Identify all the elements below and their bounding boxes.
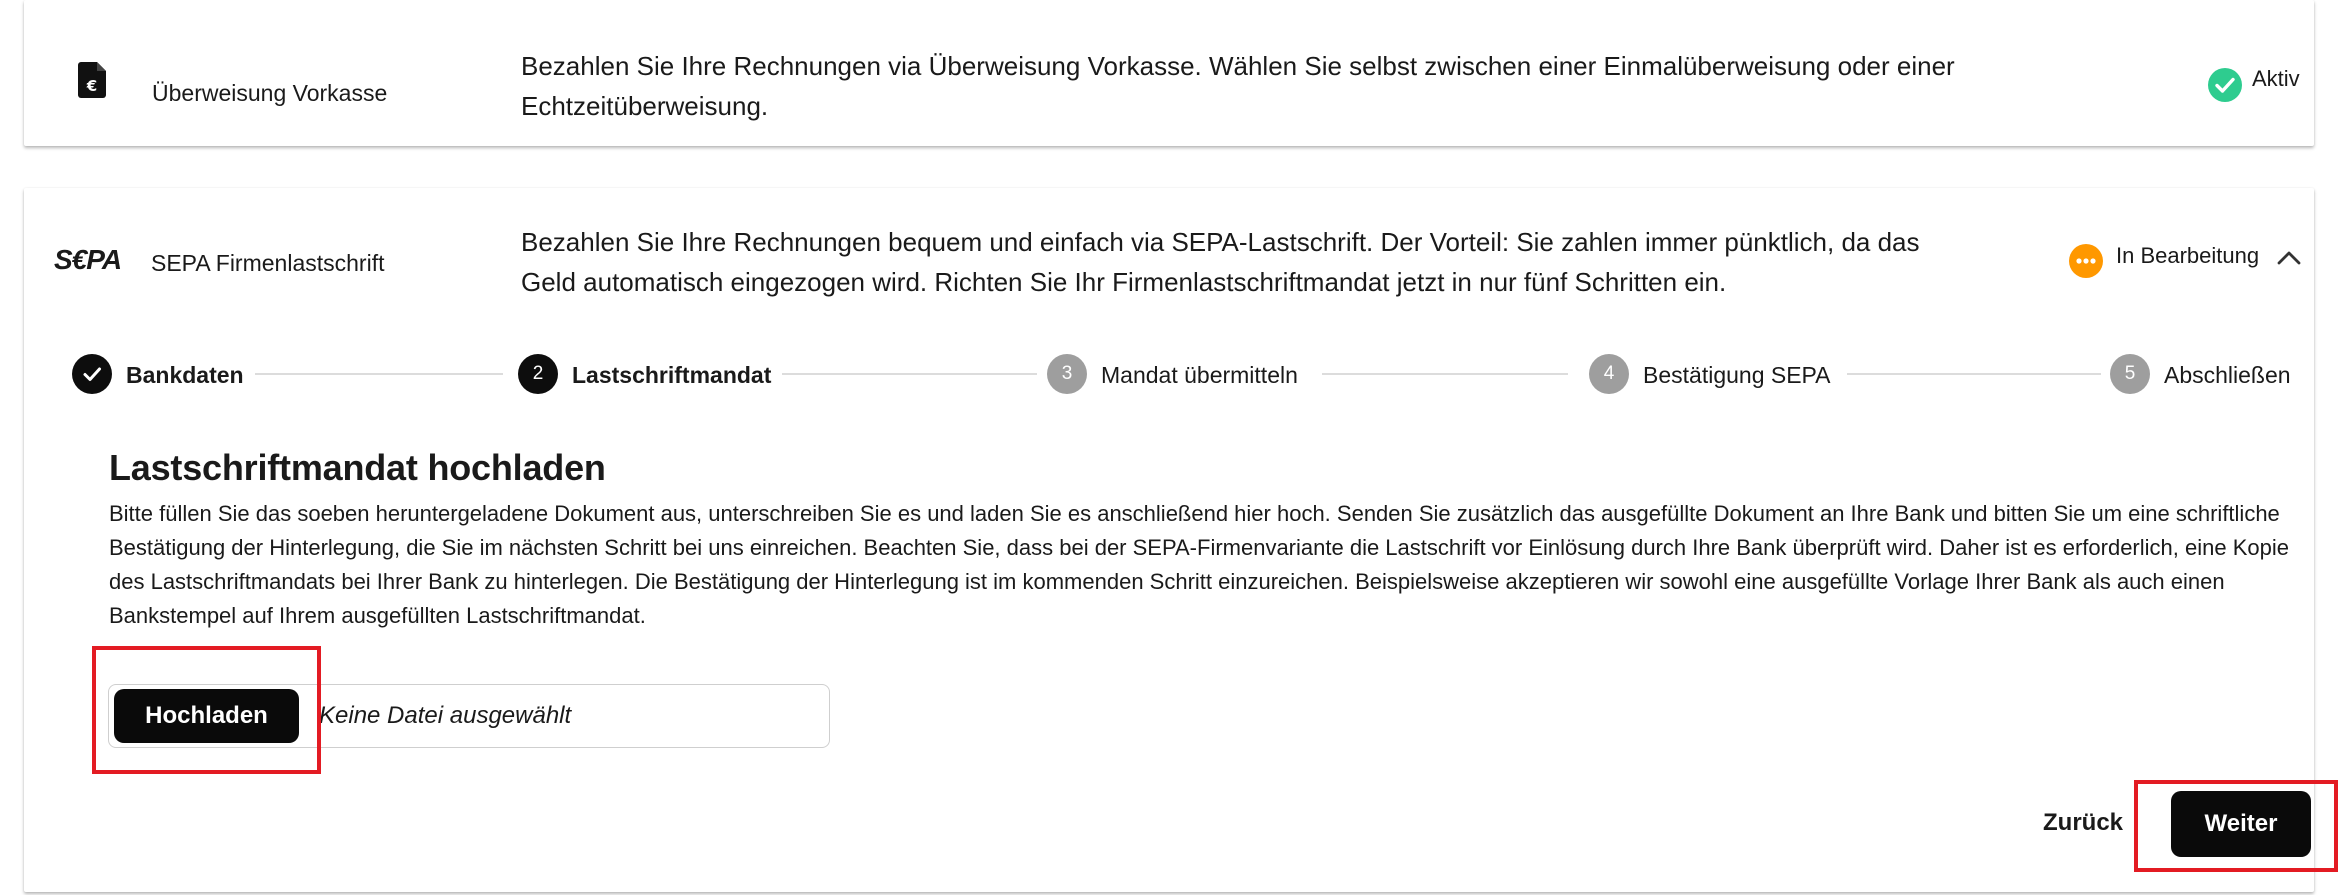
svg-text:€: €	[86, 77, 97, 95]
in-progress-icon	[2069, 244, 2103, 283]
upload-title: Lastschriftmandat hochladen	[109, 447, 606, 488]
chevron-up-icon[interactable]	[2276, 250, 2302, 271]
highlight-box-upload	[92, 646, 321, 774]
highlight-box-next	[2134, 780, 2338, 872]
stepper-connector	[782, 373, 1037, 375]
payment-method-card-vorkasse: € Überweisung Vorkasse Bezahlen Sie Ihre…	[24, 0, 2314, 146]
sepa-logo: S€PA	[54, 244, 122, 275]
step-1-check-icon	[72, 354, 112, 394]
step-3-label: Mandat übermitteln	[1101, 362, 1298, 388]
step-2-number: 2	[518, 354, 558, 394]
euro-document-icon: €	[78, 62, 106, 103]
step-2-label: Lastschriftmandat	[572, 362, 772, 388]
method-description: Bezahlen Sie Ihre Rechnungen via Überwei…	[521, 51, 1955, 121]
stepper-connector	[255, 373, 503, 375]
step-5-label: Abschließen	[2164, 362, 2291, 388]
method-name: Überweisung Vorkasse	[152, 80, 388, 106]
upload-instructions: Bitte füllen Sie das soeben heruntergela…	[109, 501, 2289, 628]
step-5-number: 5	[2110, 354, 2150, 394]
stepper-connector	[1322, 373, 1568, 375]
back-button[interactable]: Zurück	[2043, 809, 2123, 837]
status-badge: Aktiv	[2252, 66, 2300, 91]
stepper-connector	[1847, 373, 2101, 375]
check-circle-icon	[2208, 68, 2242, 107]
step-4-label: Bestätigung SEPA	[1643, 362, 1831, 388]
method-description: Bezahlen Sie Ihre Rechnungen bequem und …	[521, 227, 1920, 297]
status-badge: In Bearbeitung	[2116, 243, 2260, 268]
step-4-number: 4	[1589, 354, 1629, 394]
method-name: SEPA Firmenlastschrift	[151, 250, 385, 276]
step-1-label: Bankdaten	[126, 362, 244, 388]
step-3-number: 3	[1047, 354, 1087, 394]
file-status-text: Keine Datei ausgewählt	[319, 702, 572, 729]
